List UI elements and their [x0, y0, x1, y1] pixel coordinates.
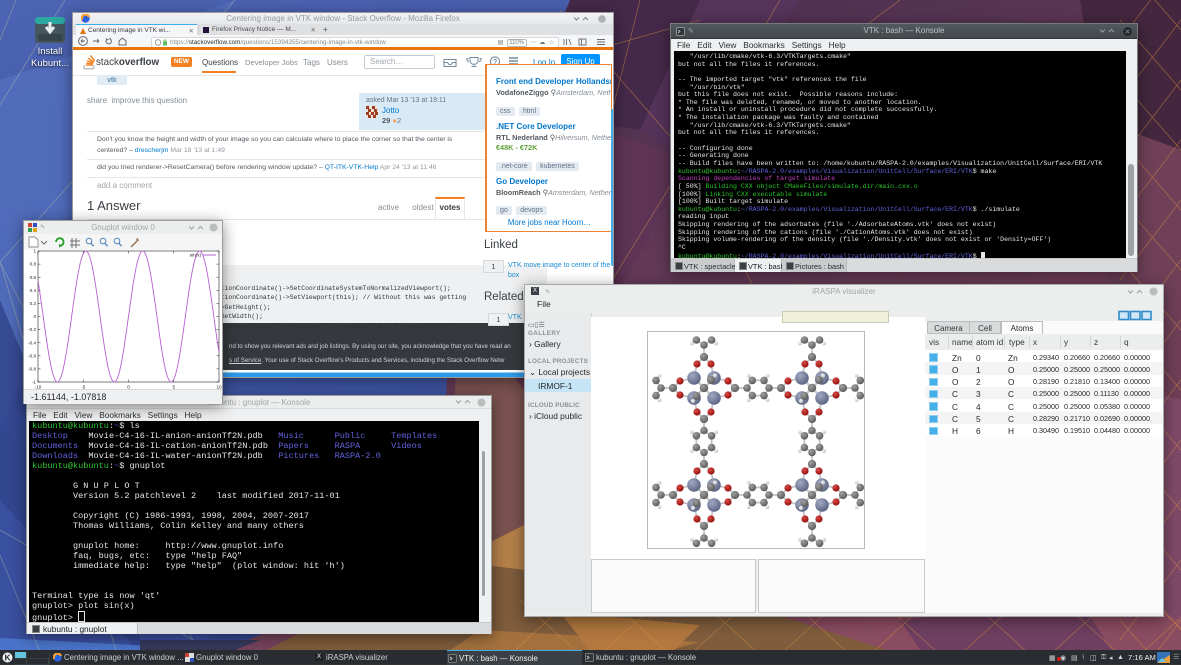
svg-text:0.4: 0.4: [30, 288, 37, 293]
svg-text:0: 0: [33, 314, 36, 319]
svg-text:-0.6: -0.6: [28, 353, 36, 358]
svg-text:K: K: [5, 652, 12, 662]
svg-text:-0.2: -0.2: [28, 327, 36, 332]
svg-text:0.8: 0.8: [30, 262, 37, 267]
svg-text:-0.8: -0.8: [28, 367, 36, 372]
svg-text:0.6: 0.6: [30, 275, 37, 280]
svg-text:0.2: 0.2: [30, 301, 37, 306]
svg-text:1: 1: [33, 249, 36, 254]
svg-text:-0.4: -0.4: [28, 340, 36, 345]
